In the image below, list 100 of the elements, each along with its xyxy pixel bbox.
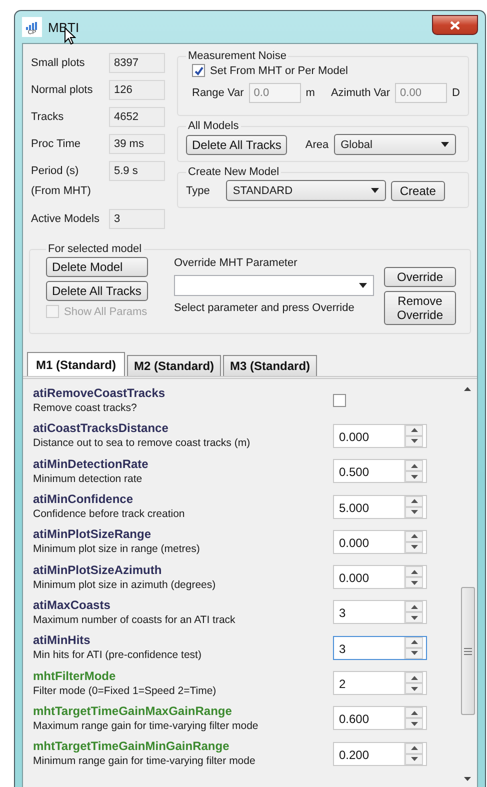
- parameter-name: mhtTargetTimeGainMaxGainRange: [33, 704, 233, 719]
- number-field[interactable]: 0.500: [333, 459, 427, 484]
- down-arrow-icon: [410, 651, 418, 656]
- scroll-down-icon[interactable]: [464, 777, 471, 781]
- number-field[interactable]: 0.000: [333, 530, 427, 554]
- stat-value: 126: [109, 80, 165, 100]
- spin-down-button[interactable]: [405, 754, 423, 765]
- parameter-name: atiMinHits: [33, 633, 92, 648]
- down-arrow-icon: [410, 616, 418, 620]
- group-title: Measurement Noise: [187, 50, 288, 62]
- close-button[interactable]: [432, 15, 478, 35]
- spin-up-button[interactable]: [405, 530, 423, 542]
- spin-down-button[interactable]: [405, 577, 423, 588]
- parameter-description: Distance out to sea to remove coast tracks (m): [33, 436, 252, 450]
- spin-down-button[interactable]: [405, 542, 423, 553]
- parameter-name: mhtFilterMode: [33, 668, 117, 684]
- spin-down-button[interactable]: [405, 471, 423, 482]
- model-tab[interactable]: M3 (Standard): [223, 355, 318, 376]
- number-field[interactable]: 3: [333, 636, 427, 660]
- stat-value: 3: [109, 209, 165, 229]
- stat-label: Active Models: [31, 213, 100, 225]
- model-tab[interactable]: M2 (Standard): [127, 355, 222, 376]
- stat-label: Proc Time: [31, 138, 82, 150]
- parameter-description: Filter mode (0=Fixed 1=Speed 2=Time): [33, 684, 218, 698]
- parameter-description: Min hits for ATI (pre-confidence test): [33, 648, 202, 662]
- down-arrow-icon: [410, 722, 418, 726]
- up-arrow-icon: [410, 428, 418, 432]
- caret-icon: [359, 283, 367, 288]
- down-arrow-icon: [410, 545, 418, 550]
- spin-down-button[interactable]: [405, 506, 423, 518]
- number-field[interactable]: 0.600: [333, 706, 427, 730]
- number-field[interactable]: 2: [333, 671, 427, 696]
- parameter-description: Minimum detection rate: [33, 472, 144, 486]
- delete-all-tracks-button[interactable]: Delete All Tracks: [186, 134, 288, 154]
- field-label: Type: [186, 184, 210, 196]
- parameter-name: atiMaxCoasts: [33, 598, 112, 613]
- group-title: For selected model: [47, 243, 143, 255]
- close-icon: [450, 20, 460, 30]
- checkbox[interactable]: [192, 64, 205, 77]
- up-arrow-icon: [410, 604, 418, 609]
- area-dropdown[interactable]: Global: [334, 134, 456, 155]
- down-arrow-icon: [410, 510, 418, 514]
- spin-down-button[interactable]: [405, 718, 423, 730]
- spin-down-button[interactable]: [405, 648, 423, 659]
- remove-override-button[interactable]: Remove Override: [384, 291, 456, 325]
- caret-icon: [440, 142, 449, 147]
- caret-icon: [370, 188, 379, 193]
- type-dropdown[interactable]: STANDARD: [226, 180, 386, 201]
- field-label: Azimuth Var: [330, 87, 390, 99]
- checkbox[interactable]: [333, 394, 346, 408]
- stat-label: Period (s): [31, 165, 80, 177]
- parameter-description: Confidence before track creation: [33, 507, 186, 522]
- number-field[interactable]: 3: [333, 600, 427, 624]
- down-arrow-icon: [410, 757, 418, 762]
- spin-up-button[interactable]: [405, 460, 423, 472]
- stat-value: 5.9 s: [109, 161, 165, 181]
- up-arrow-icon: [410, 534, 418, 538]
- spin-down-button[interactable]: [405, 436, 423, 447]
- group-title: Create New Model: [187, 166, 280, 178]
- spin-up-button[interactable]: [405, 707, 423, 718]
- spin-up-button[interactable]: [405, 672, 423, 684]
- stat-value: 39 ms: [109, 134, 165, 154]
- up-arrow-icon: [410, 640, 418, 644]
- up-arrow-icon: [410, 676, 418, 680]
- parameter-name: atiMinPlotSizeAzimuth: [33, 562, 163, 578]
- checkbox-label: Set From MHT or Per Model: [210, 64, 348, 76]
- up-arrow-icon: [410, 499, 418, 504]
- checkbox-label: Show All Params: [64, 306, 148, 318]
- down-arrow-icon: [410, 686, 418, 691]
- number-field[interactable]: 0.200: [333, 742, 427, 766]
- spin-up-button[interactable]: [405, 601, 423, 612]
- spin-up-button[interactable]: [405, 424, 423, 436]
- number-field[interactable]: 0.000: [333, 565, 427, 590]
- parameter-description: Minimum plot size in azimuth (degrees): [33, 578, 217, 592]
- number-field[interactable]: 0.000: [333, 424, 427, 448]
- up-arrow-icon: [410, 710, 418, 715]
- unit-label: D: [452, 87, 460, 99]
- parameter-name: atiRemoveCoastTracks: [33, 386, 166, 402]
- spin-down-button[interactable]: [405, 612, 423, 624]
- parameter-name: atiMinDetectionRate: [33, 456, 150, 472]
- number-field[interactable]: 5.000: [333, 494, 427, 519]
- group-title: All Models: [187, 120, 240, 132]
- spin-up-button[interactable]: [405, 636, 423, 648]
- delete-model-button[interactable]: Delete Model: [46, 257, 148, 277]
- spin-up-button[interactable]: [405, 742, 423, 754]
- spin-up-button[interactable]: [405, 496, 423, 507]
- down-arrow-icon: [410, 474, 418, 479]
- up-arrow-icon: [410, 570, 418, 574]
- window-title: MBTI: [48, 20, 80, 34]
- spin-up-button[interactable]: [405, 566, 423, 578]
- create-button[interactable]: Create: [390, 180, 445, 200]
- scroll-thumb[interactable]: [460, 587, 474, 715]
- scroll-up-icon[interactable]: [464, 387, 471, 391]
- stat-label: Small plots: [31, 57, 86, 69]
- model-tab[interactable]: M1 (Standard): [27, 352, 126, 376]
- override-button[interactable]: Override: [384, 267, 456, 287]
- spin-down-button[interactable]: [405, 683, 423, 694]
- down-arrow-icon: [410, 439, 418, 444]
- up-arrow-icon: [410, 464, 418, 468]
- delete-all-tracks-button[interactable]: Delete All Tracks: [46, 281, 148, 301]
